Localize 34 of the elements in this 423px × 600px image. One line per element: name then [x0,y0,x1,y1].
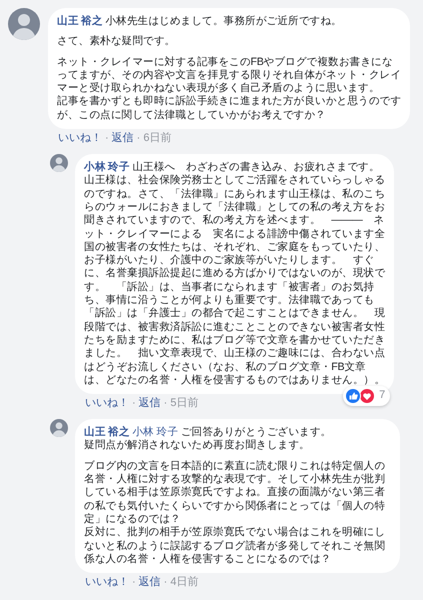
comment-text: ブログ内の文言を日本語的に素直に読む限りこれは特定個人の名誉・人権に対する攻撃的な表現です。そして小林先生が批判している相手は笠原崇寛氏ですよね。直接の面識がない第三者の私でも気付いたくらいですから関係者にとっては「個人の特定」になるのでは？ [84,460,386,526]
comment-text: 記事を書かずとも即時に訴訟手続きに進まれた方が良いかと思うのですが、この点に関して法律職としていかがお考えですか？ [57,95,402,122]
like-link[interactable]: いいね！ [85,396,129,410]
comment-text: ご回答ありがとうございます。 [180,426,332,438]
avatar[interactable] [8,8,40,40]
comment-text: 反対に、批判の相手が笠原崇寛氏でない場合はこれを明確にしないと私のように誤認するブログ読者が多発してそれこそ無関係な人の名誉・人権を侵害することになるのでは？ [84,526,386,566]
avatar[interactable] [50,154,68,172]
avatar[interactable] [50,419,68,438]
reply-link[interactable]: 返信 [138,396,161,410]
author-name[interactable]: 山王 裕之 [84,426,130,438]
comment-text: 疑問点が解消されないため再度お聞きします。 [84,439,311,453]
comment-time: 4日前 [170,575,198,590]
author-name[interactable]: 小林 玲子 [84,161,130,174]
separator-dot: · [105,131,109,146]
comment-text: さて、素朴な疑問です。 [57,35,176,49]
author-name[interactable]: 山王 裕之 [57,15,103,27]
separator-dot: · [164,575,168,590]
reply-link[interactable]: 返信 [138,575,161,590]
comment-time: 6日前 [143,131,172,146]
like-link[interactable]: いいね！ [85,575,129,590]
comment-text: 山王様は、社会保険労務士としてご活躍をされていらっしゃるのですね。さて、「法律職」にあられます山王様は、私のこちらのウォールにおきまして「法律職」としての私の考え方をお聞きされていますので、私の考え方を述べます。 ――― ネット・クレイマーによる 実名による誹謗中傷されています全国の被害者の女性たちは、それぞれ、ご家庭をもっていたり、お子様がいたり、介護中のご家族等がいたりします。 すぐに、名誉棄損訴訟提起に進める方ばかりではないのが、現状です。 「訴訟」は、当事者になられます「被害者」のお気持ち、事情に沿うことが何よりも重要です。法律職であっても「訴訟」は「弁護士」の都合で起こすことはできません。 現段階では、被害救済訴訟に進むことことのできない被害者女性たちを励ますために、私はブログ等で文章を書かせていただきました。 拙い文章表現で、山王様のご趣味には、合わない点はどうぞお流しください（なお、私のブログ文章・FB文章は、どなたの名誉・人権を侵害するものではありません。）。 [84,174,386,388]
mention-link[interactable]: 小林 玲子 [132,426,178,438]
comment-text: 小林先生はじめまして。事務所がご近所ですね。 [105,15,342,27]
reaction-count: 7 [379,389,385,403]
comment-text: 山王様へ わざわざの書き込み、お疲れさまです。 [132,161,380,174]
separator-dot: · [164,396,168,410]
separator-dot: · [132,396,136,410]
separator-dot: · [132,575,136,590]
comment-time: 5日前 [170,396,198,410]
like-link[interactable]: いいね！ [58,131,102,146]
separator-dot: · [136,131,140,146]
reply-link[interactable]: 返信 [112,131,134,146]
like-love-icon [345,388,376,404]
comment-text: ネット・クレイマーに対する記事をこのFBやブログで複数お書きになってますが、その内容や文言を拝見する限りそれ自体がネット・クレイマーと受け取られかねない表現が多く自己矛盾のように思います。 [57,56,402,95]
